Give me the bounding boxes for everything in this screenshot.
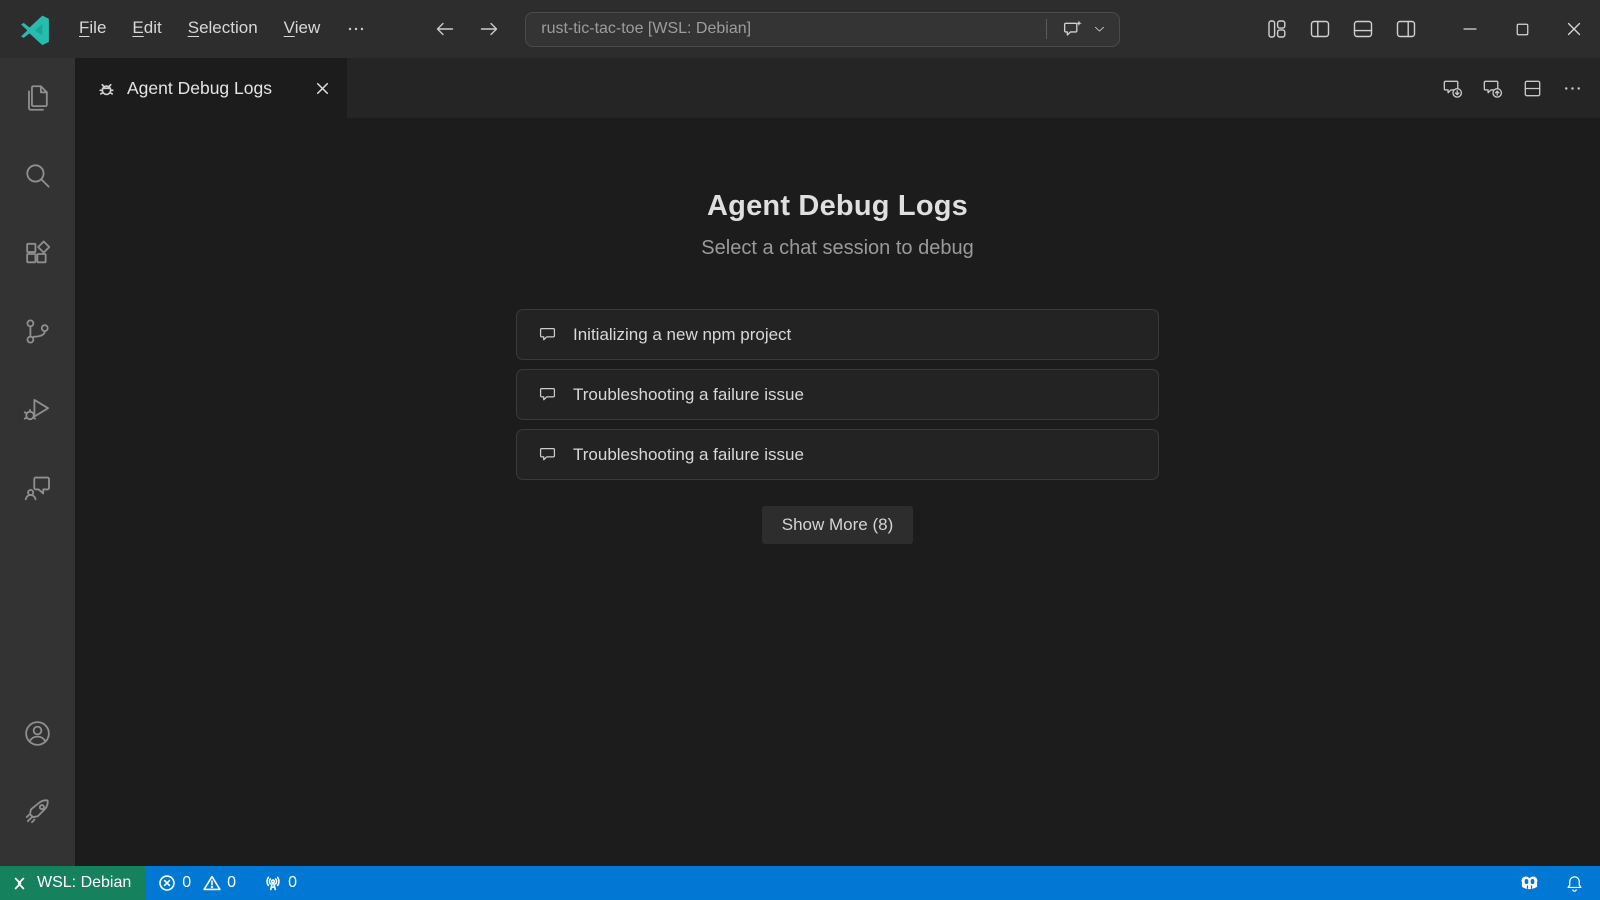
panel-bottom-icon[interactable] xyxy=(1351,17,1375,41)
sidebar-item-search[interactable] xyxy=(0,136,75,214)
forward-button[interactable] xyxy=(475,15,503,43)
page-subtitle: Select a chat session to debug xyxy=(516,237,1159,260)
session-label: Troubleshooting a failure issue xyxy=(573,445,804,465)
copilot-menu-button[interactable] xyxy=(1057,16,1111,43)
editor-group: Agent Debug Logs xyxy=(75,58,1600,866)
session-label: Initializing a new npm project xyxy=(573,325,791,345)
radio-tower-icon xyxy=(264,874,282,892)
comment-icon xyxy=(537,324,558,345)
window-controls xyxy=(1444,0,1600,58)
tab-label: Agent Debug Logs xyxy=(127,78,300,99)
chevron-down-icon xyxy=(1092,22,1107,37)
bug-icon xyxy=(97,79,116,98)
close-window-button[interactable] xyxy=(1548,0,1600,58)
menu-selection-mnemonic: S xyxy=(188,18,199,37)
ports-count: 0 xyxy=(288,874,297,892)
error-count: 0 xyxy=(182,874,191,892)
menu-file-mnemonic: F xyxy=(79,18,89,37)
files-icon xyxy=(22,82,53,113)
status-bar-right xyxy=(1507,866,1600,900)
sidebar-item-extensions[interactable] xyxy=(0,214,75,292)
activity-bar xyxy=(0,58,75,866)
ports-indicator[interactable]: 0 xyxy=(257,866,304,900)
menu-selection[interactable]: Selection xyxy=(175,11,271,47)
menu-edit-mnemonic: E xyxy=(132,18,143,37)
session-label: Troubleshooting a failure issue xyxy=(573,385,804,405)
split-editor-icon[interactable] xyxy=(1521,77,1544,100)
customize-layout-icon[interactable] xyxy=(1265,17,1289,41)
session-item-3[interactable]: Troubleshooting a failure issue xyxy=(516,429,1159,480)
menubar: File Edit Selection View xyxy=(66,11,379,47)
more-menus-icon[interactable] xyxy=(333,11,379,47)
session-list: Initializing a new npm project Troublesh… xyxy=(516,309,1159,480)
main-row: Agent Debug Logs xyxy=(0,58,1600,866)
agent-debug-logs-panel: Agent Debug Logs Select a chat session t… xyxy=(516,190,1159,544)
copilot-chat-icon xyxy=(1061,18,1084,41)
comment-icon xyxy=(537,444,558,465)
chat-download-icon[interactable] xyxy=(1441,77,1464,100)
session-item-1[interactable]: Initializing a new npm project xyxy=(516,309,1159,360)
comment-icon xyxy=(537,384,558,405)
tab-close-icon[interactable] xyxy=(311,77,333,99)
menu-view[interactable]: View xyxy=(271,11,334,47)
sidebar-item-chat[interactable] xyxy=(0,448,75,526)
show-more-button[interactable]: Show More (8) xyxy=(762,506,913,544)
nav-arrows xyxy=(431,15,503,43)
warning-count: 0 xyxy=(227,874,236,892)
menu-view-mnemonic: V xyxy=(284,18,295,37)
tab-agent-debug-logs[interactable]: Agent Debug Logs xyxy=(75,58,347,118)
status-bar: WSL: Debian 0 0 0 xyxy=(0,866,1600,900)
search-icon xyxy=(22,160,53,191)
session-item-2[interactable]: Troubleshooting a failure issue xyxy=(516,369,1159,420)
tab-bar: Agent Debug Logs xyxy=(75,58,1600,118)
bell-icon xyxy=(1564,873,1585,894)
extensions-icon xyxy=(22,238,53,269)
panel-right-icon[interactable] xyxy=(1394,17,1418,41)
account-button[interactable] xyxy=(0,694,75,772)
menu-edit[interactable]: Edit xyxy=(119,11,174,47)
command-center-divider xyxy=(1046,19,1047,39)
remote-icon xyxy=(11,875,28,892)
vscode-logo-icon xyxy=(18,12,52,46)
panel-left-icon[interactable] xyxy=(1308,17,1332,41)
remote-label: WSL: Debian xyxy=(37,874,131,892)
debug-icon xyxy=(22,394,53,425)
sidebar-item-source-control[interactable] xyxy=(0,292,75,370)
show-more-wrap: Show More (8) xyxy=(516,506,1159,544)
menu-file[interactable]: File xyxy=(66,11,119,47)
menu-view-label: iew xyxy=(295,18,321,37)
back-button[interactable] xyxy=(431,15,459,43)
command-center-text: rust-tic-tac-toe [WSL: Debian] xyxy=(541,20,1036,38)
maximize-button[interactable] xyxy=(1496,0,1548,58)
chat-upload-icon[interactable] xyxy=(1481,77,1504,100)
menu-file-label: ile xyxy=(89,18,106,37)
more-actions-icon[interactable] xyxy=(1561,77,1584,100)
warning-icon xyxy=(203,874,221,892)
sidebar-item-run-debug[interactable] xyxy=(0,370,75,448)
menu-selection-label: election xyxy=(199,18,258,37)
chat-icon xyxy=(22,472,53,503)
activity-bar-bottom xyxy=(0,694,75,866)
page-title: Agent Debug Logs xyxy=(516,190,1159,223)
copilot-status-button[interactable] xyxy=(1507,866,1552,900)
editor-actions xyxy=(1441,58,1600,118)
layout-controls xyxy=(1265,17,1418,41)
error-icon xyxy=(158,874,176,892)
account-icon xyxy=(22,718,53,749)
minimize-button[interactable] xyxy=(1444,0,1496,58)
menu-edit-label: dit xyxy=(144,18,162,37)
sidebar-item-explorer[interactable] xyxy=(0,58,75,136)
source-control-icon xyxy=(22,316,53,347)
notifications-button[interactable] xyxy=(1552,866,1600,900)
command-center[interactable]: rust-tic-tac-toe [WSL: Debian] xyxy=(525,12,1120,47)
rocket-button[interactable] xyxy=(0,772,75,850)
copilot-icon xyxy=(1519,873,1540,894)
remote-indicator[interactable]: WSL: Debian xyxy=(0,866,145,900)
titlebar: File Edit Selection View rust-tic-tac-to… xyxy=(0,0,1600,58)
problems-indicator[interactable]: 0 0 xyxy=(151,866,243,900)
editor-content: Agent Debug Logs Select a chat session t… xyxy=(75,118,1600,866)
rocket-icon xyxy=(22,796,53,827)
